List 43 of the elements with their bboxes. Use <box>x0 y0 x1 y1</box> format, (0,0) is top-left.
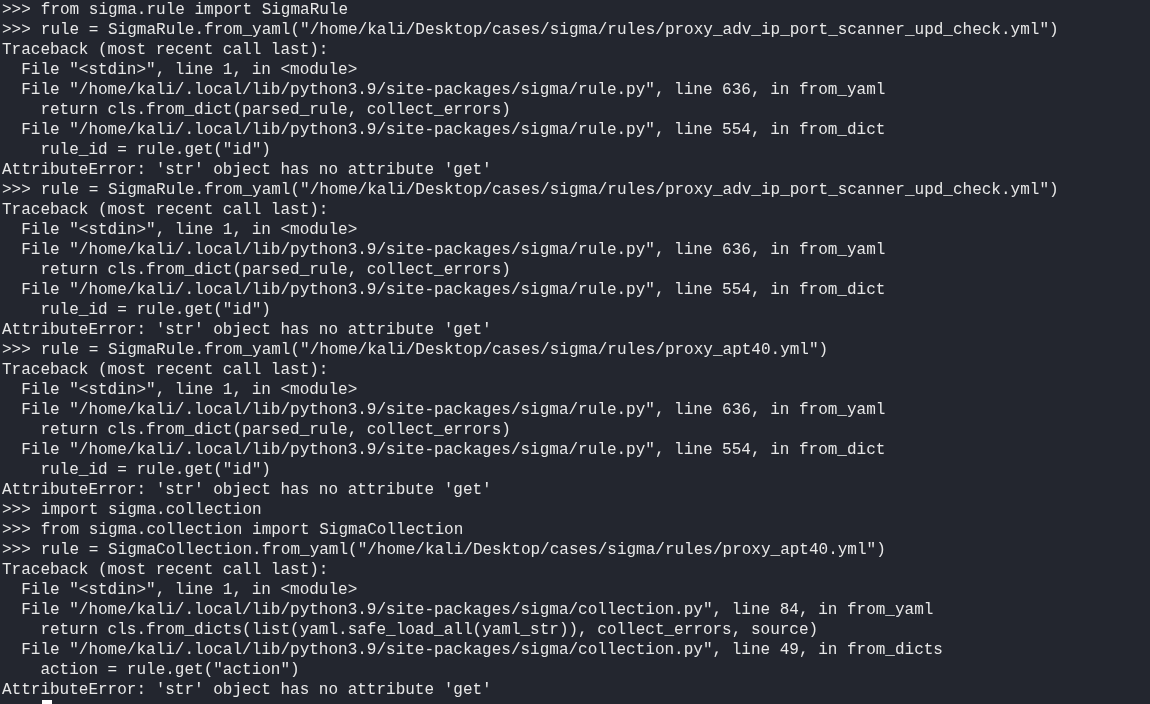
output-line: AttributeError: 'str' object has no attribute 'get' <box>2 480 492 500</box>
command-text: import sigma.collection <box>40 500 262 520</box>
prompt: >>> <box>2 180 31 200</box>
output-line: File "<stdin>", line 1, in <module> <box>20 220 358 240</box>
output-line: action = rule.get("action") <box>39 660 300 680</box>
output-line: AttributeError: 'str' object has no attribute 'get' <box>2 160 492 180</box>
prompt: >>> <box>2 540 31 560</box>
prompt: >>> <box>2 500 31 520</box>
output-line: return cls.from_dict(parsed_rule, collect_errors) <box>39 420 511 440</box>
output-line: rule_id = rule.get("id") <box>39 140 271 160</box>
output-line: Traceback (most recent call last): <box>2 200 329 220</box>
command-text: rule = SigmaRule.from_yaml("/home/kali/Desktop/cases/sigma/rules/proxy_apt40.yml") <box>40 340 829 360</box>
output-line: File "<stdin>", line 1, in <module> <box>20 380 358 400</box>
output-line: File "<stdin>", line 1, in <module> <box>20 60 358 80</box>
output-line: File "/home/kali/.local/lib/python3.9/site-packages/sigma/rule.py", line 554, in from_dict <box>20 120 886 140</box>
output-line: Traceback (most recent call last): <box>2 360 329 380</box>
prompt: >>> <box>2 0 31 20</box>
output-line: File "/home/kali/.local/lib/python3.9/site-packages/sigma/rule.py", line 554, in from_dict <box>20 280 886 300</box>
command-text: rule = SigmaRule.from_yaml("/home/kali/Desktop/cases/sigma/rules/proxy_adv_ip_port_scanner_upd_check.yml") <box>40 180 1059 200</box>
output-line: File "/home/kali/.local/lib/python3.9/site-packages/sigma/rule.py", line 554, in from_dict <box>20 440 886 460</box>
output-line: File "/home/kali/.local/lib/python3.9/site-packages/sigma/collection.py", line 84, in from_yaml <box>20 600 934 620</box>
prompt: >>> <box>2 520 31 540</box>
output-line: return cls.from_dict(parsed_rule, collect_errors) <box>39 260 511 280</box>
output-line: return cls.from_dicts(list(yaml.safe_load_all(yaml_str)), collect_errors, source) <box>39 620 819 640</box>
output-line: AttributeError: 'str' object has no attribute 'get' <box>2 320 492 340</box>
output-line: File "/home/kali/.local/lib/python3.9/site-packages/sigma/rule.py", line 636, in from_yaml <box>20 80 886 100</box>
command-text: rule = SigmaCollection.from_yaml("/home/kali/Desktop/cases/sigma/rules/proxy_apt40.yml") <box>40 540 886 560</box>
output-line: File "/home/kali/.local/lib/python3.9/site-packages/sigma/rule.py", line 636, in from_yaml <box>20 240 886 260</box>
output-line: rule_id = rule.get("id") <box>39 460 271 480</box>
cursor <box>42 700 52 704</box>
output-line: AttributeError: 'str' object has no attribute 'get' <box>2 680 492 700</box>
output-line: return cls.from_dict(parsed_rule, collect_errors) <box>39 100 511 120</box>
command-text: from sigma.collection import SigmaCollection <box>40 520 464 540</box>
prompt: >>> <box>2 340 31 360</box>
output-line: File "/home/kali/.local/lib/python3.9/site-packages/sigma/collection.py", line 49, in from_dicts <box>20 640 943 660</box>
output-line: Traceback (most recent call last): <box>2 40 329 60</box>
output-line: File "/home/kali/.local/lib/python3.9/site-packages/sigma/rule.py", line 636, in from_yaml <box>20 400 886 420</box>
command-text: rule = SigmaRule.from_yaml("/home/kali/Desktop/cases/sigma/rules/proxy_adv_ip_port_scanner_upd_check.yml") <box>40 20 1059 40</box>
output-line: rule_id = rule.get("id") <box>39 300 271 320</box>
output-line: Traceback (most recent call last): <box>2 560 329 580</box>
prompt: >>> <box>2 20 31 40</box>
output-line: File "<stdin>", line 1, in <module> <box>20 580 358 600</box>
command-text: from sigma.rule import SigmaRule <box>40 0 349 20</box>
